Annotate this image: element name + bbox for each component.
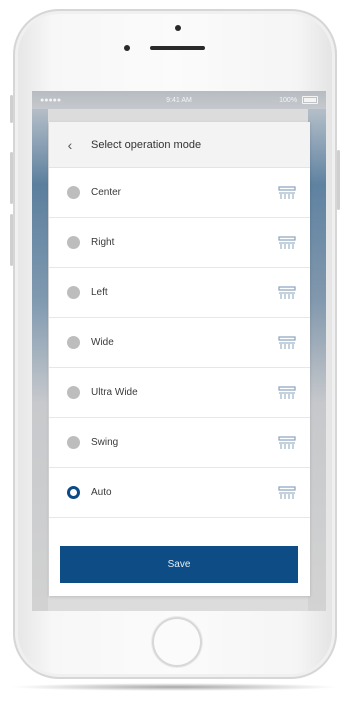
mode-option-ultra-wide[interactable]: Ultra Wide xyxy=(49,368,310,418)
option-label: Left xyxy=(91,287,108,298)
mode-option-center[interactable]: Center xyxy=(49,168,310,218)
radio-unselected[interactable] xyxy=(67,336,80,349)
operation-mode-dialog: ‹ Select operation mode Center Right Left W… xyxy=(49,122,310,596)
background-app-edge xyxy=(308,91,326,611)
louver-ultra-wide-icon xyxy=(278,385,296,399)
mode-option-left[interactable]: Left xyxy=(49,268,310,318)
louver-swing-icon xyxy=(278,435,296,449)
radio-unselected[interactable] xyxy=(67,286,80,299)
louver-left-icon xyxy=(278,285,296,299)
option-label: Auto xyxy=(91,487,112,498)
radio-unselected[interactable] xyxy=(67,436,80,449)
louver-wide-icon xyxy=(278,335,296,349)
radio-selected[interactable] xyxy=(67,486,80,499)
louver-center-icon xyxy=(278,185,296,199)
device-shadow xyxy=(10,683,340,691)
louver-right-icon xyxy=(278,235,296,249)
home-button[interactable] xyxy=(152,617,202,667)
save-button[interactable]: Save xyxy=(60,546,298,583)
background-app-edge xyxy=(32,91,48,611)
status-bar: ●●●●● 9:41 AM 100% xyxy=(32,91,326,109)
mode-option-list: Center Right Left Wide Ultra Wide Swing Auto xyxy=(49,168,310,518)
status-time: 9:41 AM xyxy=(166,96,192,104)
dialog-title: Select operation mode xyxy=(91,138,202,151)
battery-icon xyxy=(302,96,318,104)
mode-option-wide[interactable]: Wide xyxy=(49,318,310,368)
radio-unselected[interactable] xyxy=(67,186,80,199)
dialog-header: ‹ Select operation mode xyxy=(49,122,310,168)
mode-option-swing[interactable]: Swing xyxy=(49,418,310,468)
earpiece-speaker xyxy=(150,46,205,50)
option-label: Swing xyxy=(91,437,119,448)
option-label: Ultra Wide xyxy=(91,387,138,398)
chevron-left-icon[interactable]: ‹ xyxy=(55,137,85,153)
option-label: Right xyxy=(91,237,115,248)
device-mockup: ●●●●● 9:41 AM 100% ‹ Select operation mo… xyxy=(0,0,349,701)
phone-screen: ●●●●● 9:41 AM 100% ‹ Select operation mo… xyxy=(32,91,326,611)
option-label: Center xyxy=(91,187,122,198)
front-camera xyxy=(175,25,181,31)
option-label: Wide xyxy=(91,337,114,348)
power-button xyxy=(337,150,340,210)
louver-auto-icon xyxy=(278,485,296,499)
proximity-sensor xyxy=(124,45,130,51)
radio-unselected[interactable] xyxy=(67,386,80,399)
mode-option-right[interactable]: Right xyxy=(49,218,310,268)
radio-unselected[interactable] xyxy=(67,236,80,249)
mode-option-auto[interactable]: Auto xyxy=(49,468,310,518)
